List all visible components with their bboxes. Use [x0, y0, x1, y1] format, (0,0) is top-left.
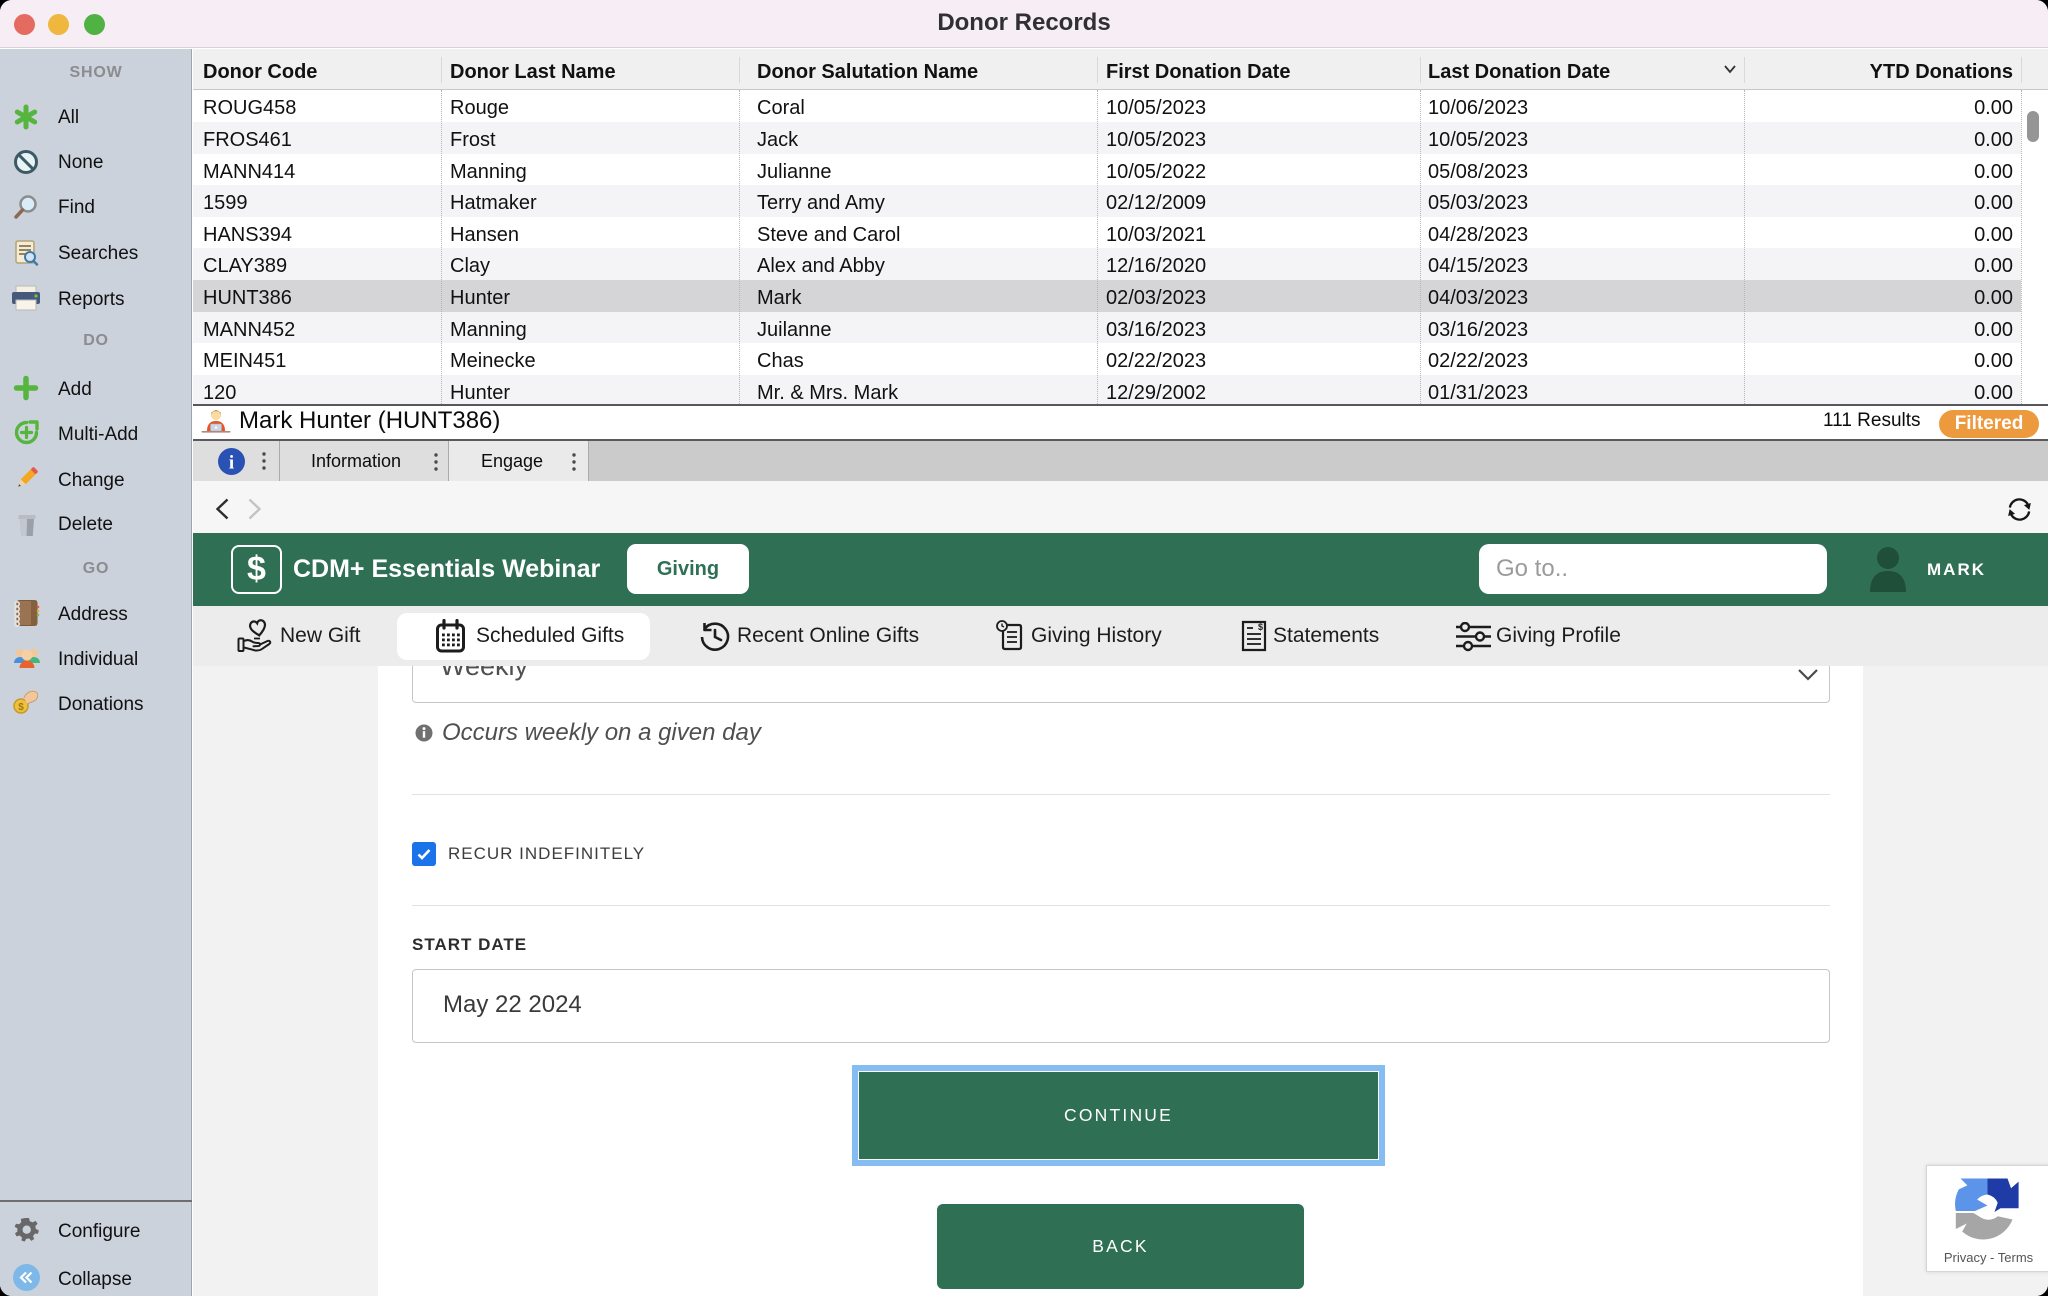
svg-text:i: i — [229, 453, 234, 474]
svg-text:$: $ — [1258, 622, 1263, 632]
svg-text:$: $ — [18, 702, 24, 713]
